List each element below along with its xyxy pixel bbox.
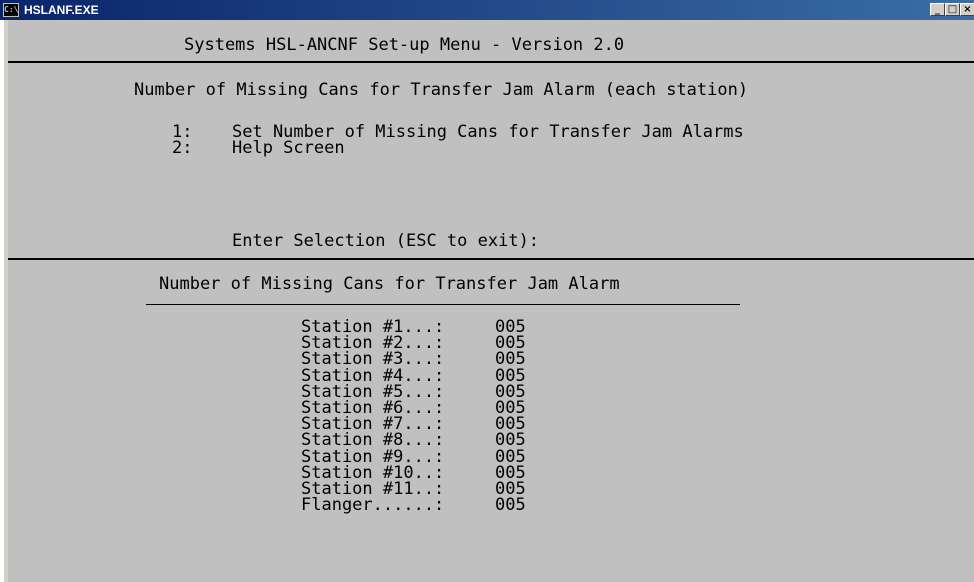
station-value: 005 — [495, 349, 526, 370]
menu-option-2[interactable]: Help Screen — [232, 140, 345, 157]
menu-option-2-number: 2: — [172, 138, 193, 158]
station-value: 005 — [495, 495, 526, 516]
station-label: Flanger......: — [301, 495, 445, 516]
menu-divider — [8, 258, 974, 260]
header-title: Systems HSL-ANCNF Set-up Menu - Version … — [184, 35, 625, 55]
station-label: Station #8...: — [301, 430, 445, 451]
close-button[interactable]: × — [960, 3, 974, 16]
minimize-button[interactable]: _ — [930, 3, 945, 16]
selection-prompt[interactable]: Enter Selection (ESC to exit): — [232, 233, 539, 250]
status-title: Number of Missing Cans for Transfer Jam … — [159, 274, 620, 294]
console-icon: C:\ — [3, 3, 19, 17]
console-left-border — [4, 20, 8, 582]
menu-title: Number of Missing Cans for Transfer Jam … — [134, 80, 749, 100]
maximize-button[interactable]: □ — [945, 3, 960, 16]
header-divider — [8, 61, 974, 63]
station-label: Station #3...: — [301, 349, 445, 370]
status-title-underline — [146, 304, 740, 305]
station-value: 005 — [495, 430, 526, 451]
window-title: HSLANF.EXE — [24, 3, 99, 17]
console-area[interactable]: Systems HSL-ANCNF Set-up Menu - Version … — [4, 20, 974, 582]
window-titlebar[interactable]: C:\ HSLANF.EXE _ □ × — [0, 0, 974, 20]
